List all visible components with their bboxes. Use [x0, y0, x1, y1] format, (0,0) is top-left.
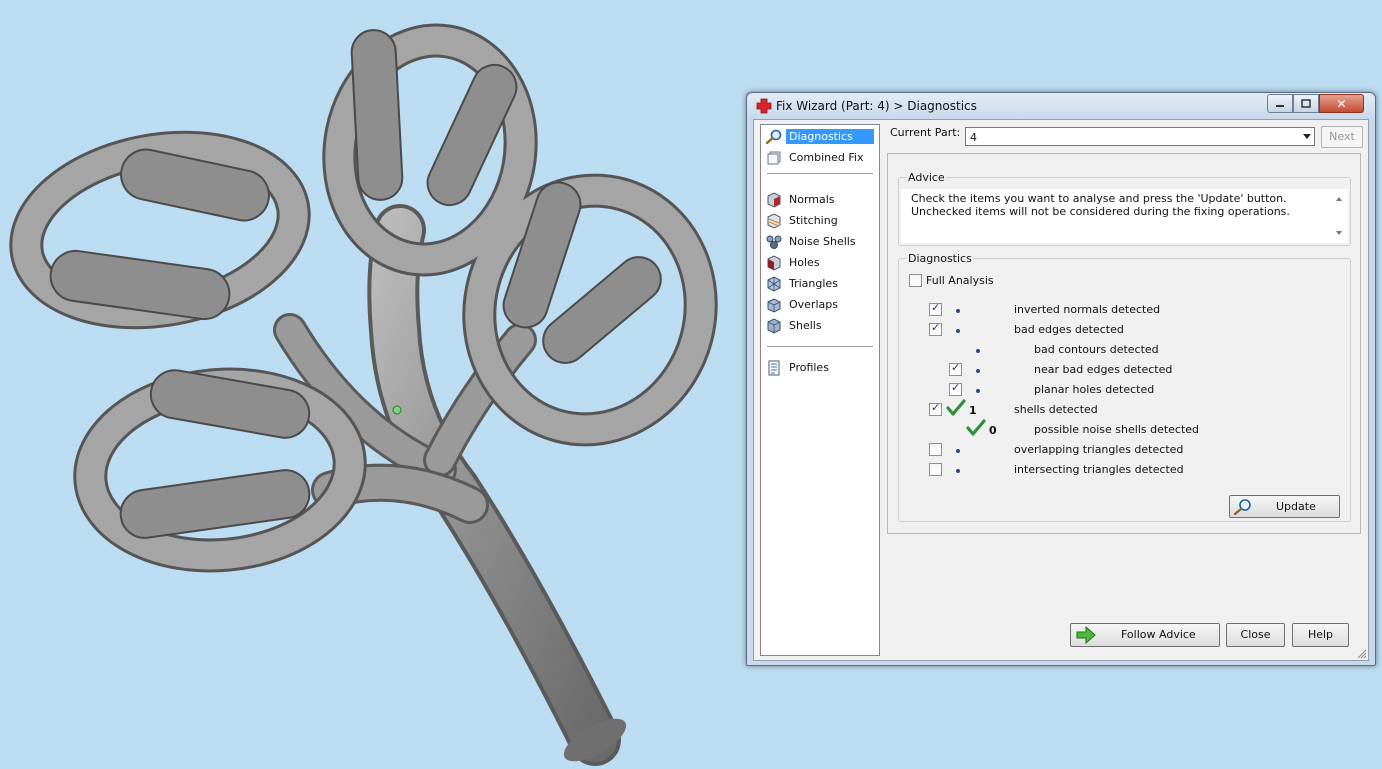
stitching-icon	[767, 212, 781, 229]
planar-holes-label: planar holes detected	[1034, 383, 1155, 396]
nav-item-noise-shells[interactable]: Noise Shells	[765, 232, 875, 251]
nav-separator	[767, 173, 873, 174]
status-bullet	[976, 349, 980, 353]
bad-edges-label: bad edges detected	[1014, 323, 1124, 336]
noise-shells-count: 0	[989, 424, 997, 437]
minimize-icon	[1276, 104, 1284, 107]
noise-shells-icon	[766, 235, 782, 249]
bad-contours-label: bad contours detected	[1034, 343, 1159, 356]
scroll-down-icon[interactable]	[1336, 231, 1342, 235]
green-arrow-icon	[1076, 626, 1096, 644]
shells-label: shells detected	[1014, 403, 1098, 416]
nav-item-profiles[interactable]: Profiles	[765, 358, 875, 377]
current-part-label: Current Part:	[890, 126, 961, 139]
status-bullet	[976, 369, 980, 373]
near-bad-edges-checkbox[interactable]	[949, 361, 962, 376]
bad-edges-checkbox[interactable]	[929, 321, 942, 336]
nav-item-stitching[interactable]: Stitching	[765, 211, 875, 230]
combined-fix-icon	[767, 151, 781, 164]
resize-grip-icon[interactable]	[1357, 649, 1367, 659]
model-render	[9, 23, 718, 766]
nav-item-label: Normals	[789, 193, 835, 206]
current-part-value: 4	[970, 131, 977, 144]
nav-item-combined-fix[interactable]: Combined Fix	[765, 148, 875, 167]
green-check-icon	[946, 399, 966, 416]
nav-item-diagnostics[interactable]: Diagnostics	[765, 127, 875, 146]
inverted-normals-checkbox[interactable]	[929, 301, 942, 316]
diagnostics-legend: Diagnostics	[907, 252, 973, 265]
close-icon: ✕	[1336, 96, 1347, 111]
shells-checkbox[interactable]	[929, 401, 942, 416]
close-window-button[interactable]: ✕	[1319, 94, 1364, 113]
nav-item-label: Shells	[789, 319, 822, 332]
nav-item-label: Holes	[789, 256, 820, 269]
chevron-down-icon	[1303, 134, 1311, 139]
nav-item-shells[interactable]: Shells	[765, 316, 875, 335]
magnifier-icon	[765, 129, 782, 144]
shells-count: 1	[969, 404, 977, 417]
follow-advice-label: Follow Advice	[1121, 628, 1196, 641]
update-label: Update	[1276, 500, 1316, 513]
nav-item-normals[interactable]: Normals	[765, 190, 875, 209]
magnifier-icon	[1233, 499, 1251, 516]
inverted-normals-label: inverted normals detected	[1014, 303, 1161, 316]
shells-icon	[767, 317, 781, 334]
nav-item-label: Triangles	[789, 277, 838, 290]
overlaps-icon	[767, 297, 781, 313]
status-bullet	[976, 389, 980, 393]
intersecting-triangles-label: intersecting triangles detected	[1014, 463, 1184, 476]
nav-item-holes[interactable]: Holes	[765, 253, 875, 272]
green-check-icon	[966, 419, 986, 436]
advice-legend: Advice	[907, 171, 946, 184]
nav-item-overlaps[interactable]: Overlaps	[765, 295, 875, 314]
red-cross-icon	[756, 98, 772, 114]
near-bad-edges-label: near bad edges detected	[1034, 363, 1173, 376]
nav-item-triangles[interactable]: Triangles	[765, 274, 875, 293]
normals-icon	[767, 191, 781, 208]
status-bullet	[956, 469, 960, 473]
wizard-nav-list: Diagnostics Combined Fix Normals Stitchi…	[760, 124, 880, 656]
profiles-icon	[768, 360, 780, 375]
status-bullet	[956, 309, 960, 313]
nav-item-label: Profiles	[789, 361, 829, 374]
intersecting-triangles-checkbox[interactable]	[929, 463, 942, 476]
follow-advice-button[interactable]: Follow Advice	[1070, 623, 1220, 647]
nav-item-label: Stitching	[789, 214, 838, 227]
update-button[interactable]: Update	[1229, 495, 1340, 518]
overlapping-triangles-checkbox[interactable]	[929, 443, 942, 456]
noise-shells-label: possible noise shells detected	[1034, 423, 1200, 436]
help-button[interactable]: Help	[1292, 623, 1349, 647]
diagnostics-panel: Advice Check the items you want to analy…	[887, 153, 1361, 534]
planar-holes-checkbox[interactable]	[949, 381, 962, 396]
holes-icon	[767, 254, 781, 271]
overlapping-triangles-label: overlapping triangles detected	[1014, 443, 1184, 456]
nav-separator	[767, 346, 873, 347]
full-analysis-label: Full Analysis	[926, 274, 994, 287]
fix-wizard-dialog: Fix Wizard (Part: 4) > Diagnostics ✕ Dia…	[746, 92, 1376, 666]
maximize-icon	[1301, 99, 1311, 108]
advice-group: Advice Check the items you want to analy…	[898, 171, 1351, 246]
scroll-up-icon[interactable]	[1336, 197, 1342, 201]
advice-text: Check the items you want to analyse and …	[911, 192, 1290, 218]
minimize-button[interactable]	[1267, 94, 1293, 113]
status-bullet	[956, 329, 960, 333]
maximize-button[interactable]	[1293, 94, 1319, 113]
triangles-icon	[767, 275, 781, 292]
nav-item-label: Overlaps	[789, 298, 838, 311]
status-bullet	[956, 449, 960, 453]
diagnostics-group: Diagnostics Full Analysis inverted norma…	[898, 252, 1351, 522]
nav-item-label: Combined Fix	[789, 151, 864, 164]
dialog-title: Fix Wizard (Part: 4) > Diagnostics	[776, 99, 977, 113]
advice-textbox[interactable]: Check the items you want to analyse and …	[901, 189, 1348, 243]
full-analysis-checkbox[interactable]	[909, 274, 922, 287]
close-button[interactable]: Close	[1226, 623, 1285, 647]
advice-scrollbar[interactable]	[1334, 191, 1346, 239]
next-button[interactable]: Next	[1321, 126, 1363, 148]
nav-item-label: Diagnostics	[786, 129, 874, 144]
current-part-select[interactable]: 4	[965, 127, 1315, 146]
dialog-titlebar[interactable]: Fix Wizard (Part: 4) > Diagnostics ✕	[747, 93, 1375, 119]
nav-item-label: Noise Shells	[789, 235, 856, 248]
dialog-client: Diagnostics Combined Fix Normals Stitchi…	[753, 119, 1369, 661]
